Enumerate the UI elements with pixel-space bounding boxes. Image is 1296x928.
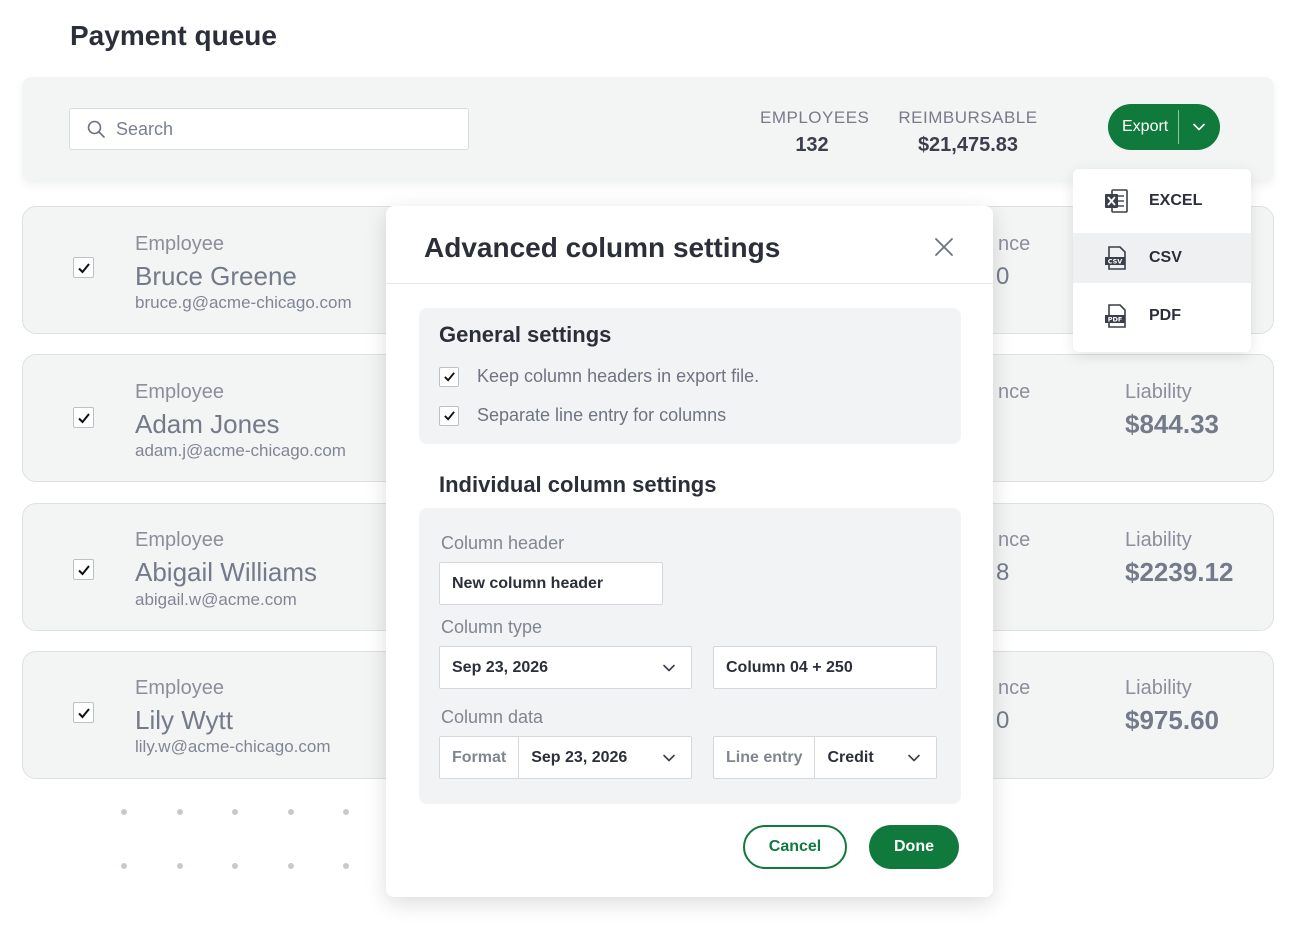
decorative-dot xyxy=(288,809,294,815)
separate-line-label: Separate line entry for columns xyxy=(477,405,727,425)
csv-file-icon: CSV xyxy=(1105,246,1126,270)
format-prefix: Format xyxy=(440,737,520,778)
chevron-down-icon xyxy=(647,661,691,675)
column-data-label: Column data xyxy=(441,707,544,727)
employee-name: Adam Jones xyxy=(135,409,280,439)
liability-label: Liability xyxy=(1125,677,1192,699)
export-option-pdf[interactable]: PDF PDF xyxy=(1073,291,1251,341)
keep-headers-checkbox[interactable] xyxy=(439,366,459,387)
reimbursable-stat: REIMBURSABLE $21,475.83 xyxy=(898,108,1038,157)
general-settings-panel: General settings Keep column headers in … xyxy=(419,308,961,444)
line-entry-prefix: Line entry xyxy=(714,737,816,778)
employee-name: Abigail Williams xyxy=(135,557,318,587)
employee-name: Bruce Greene xyxy=(135,261,297,291)
export-option-label: PDF xyxy=(1149,307,1181,324)
line-entry-value: Credit xyxy=(827,748,874,766)
chevron-down-icon xyxy=(647,751,691,765)
decorative-dot xyxy=(177,809,183,815)
keep-headers-option[interactable]: Keep column headers in export file. xyxy=(439,366,759,387)
employee-label: Employee xyxy=(135,529,224,551)
balance-label: nce xyxy=(998,529,1031,551)
employees-stat-label: EMPLOYEES xyxy=(760,108,870,127)
done-button[interactable]: Done xyxy=(869,825,959,869)
keep-headers-label: Keep column headers in export file. xyxy=(477,366,760,386)
format-value: Sep 23, 2026 xyxy=(531,748,628,766)
balance-value: 8 xyxy=(996,559,1010,586)
balance-label: nce xyxy=(998,677,1031,699)
export-option-csv[interactable]: CSV CSV xyxy=(1073,233,1251,283)
employees-stat: EMPLOYEES 132 xyxy=(760,108,870,157)
row-checkbox[interactable] xyxy=(73,257,94,278)
column-header-label: Column header xyxy=(441,533,565,553)
individual-settings-title: Individual column settings xyxy=(439,472,717,497)
balance-label: nce xyxy=(998,233,1031,255)
decorative-dot xyxy=(177,863,183,869)
balance-value: 0 xyxy=(996,263,1010,290)
employee-label: Employee xyxy=(135,233,224,255)
separate-line-option[interactable]: Separate line entry for columns xyxy=(439,405,726,426)
liability-label: Liability xyxy=(1125,529,1192,551)
employees-stat-value: 132 xyxy=(795,134,829,156)
liability-value: $844.33 xyxy=(1125,409,1219,439)
search-input[interactable] xyxy=(116,118,436,140)
liability-label: Liability xyxy=(1125,381,1192,403)
column-formula-value: Column 04 + 250 xyxy=(726,658,853,676)
format-select[interactable]: Format Sep 23, 2026 xyxy=(439,736,692,779)
column-type-date: Sep 23, 2026 xyxy=(452,658,549,676)
general-settings-title: General settings xyxy=(439,322,612,347)
search-icon xyxy=(87,120,105,138)
employee-email: lily.w@acme-chicago.com xyxy=(135,737,331,756)
balance-value: 0 xyxy=(996,707,1010,734)
column-type-label: Column type xyxy=(441,617,543,637)
employee-label: Employee xyxy=(135,677,224,699)
pdf-file-icon: PDF xyxy=(1105,304,1126,328)
liability-value: $2239.12 xyxy=(1125,557,1234,587)
column-header-input[interactable]: New column header xyxy=(439,562,663,605)
employee-label: Employee xyxy=(135,381,224,403)
row-checkbox[interactable] xyxy=(73,702,94,723)
reimbursable-stat-label: REIMBURSABLE xyxy=(898,108,1038,127)
decorative-dot xyxy=(232,809,238,815)
search-box[interactable] xyxy=(69,108,469,150)
decorative-dot xyxy=(121,863,127,869)
employee-email: abigail.w@acme.com xyxy=(135,590,297,609)
employee-name: Lily Wytt xyxy=(135,705,233,735)
decorative-dot xyxy=(232,863,238,869)
separate-line-checkbox[interactable] xyxy=(439,405,459,426)
liability-value: $975.60 xyxy=(1125,705,1219,735)
column-formula-input[interactable]: Column 04 + 250 xyxy=(713,646,937,689)
employee-email: bruce.g@acme-chicago.com xyxy=(135,293,352,312)
modal-divider xyxy=(386,283,993,284)
individual-settings-panel: Column header New column header Column t… xyxy=(419,508,961,804)
column-header-value: New column header xyxy=(452,574,604,592)
decorative-dot xyxy=(288,863,294,869)
decorative-dot xyxy=(343,809,349,815)
export-option-label: CSV xyxy=(1149,249,1182,266)
page-title: Payment queue xyxy=(70,20,277,51)
svg-text:CSV: CSV xyxy=(1108,258,1123,266)
excel-file-icon xyxy=(1105,189,1128,213)
modal-title: Advanced column settings xyxy=(424,232,781,263)
export-option-excel[interactable]: EXCEL xyxy=(1073,176,1251,226)
row-checkbox[interactable] xyxy=(73,407,94,428)
chevron-down-icon[interactable] xyxy=(1179,120,1219,134)
advanced-settings-modal: Advanced column settings General setting… xyxy=(386,206,993,897)
export-menu: EXCEL CSV CSV PDF PDF xyxy=(1073,169,1251,352)
line-entry-select[interactable]: Line entry Credit xyxy=(713,736,937,779)
column-type-select[interactable]: Sep 23, 2026 xyxy=(439,646,692,689)
reimbursable-stat-value: $21,475.83 xyxy=(917,134,1019,156)
row-checkbox[interactable] xyxy=(73,559,94,580)
close-icon[interactable] xyxy=(934,237,954,257)
cancel-button[interactable]: Cancel xyxy=(743,825,847,869)
balance-label: nce xyxy=(998,381,1031,403)
export-button[interactable]: Export xyxy=(1108,104,1220,150)
toolbar: EMPLOYEES 132 REIMBURSABLE $21,475.83 Ex… xyxy=(22,77,1274,183)
decorative-dot xyxy=(121,809,127,815)
export-button-label: Export xyxy=(1122,118,1169,135)
svg-text:PDF: PDF xyxy=(1108,316,1123,324)
chevron-down-icon xyxy=(892,751,936,765)
decorative-dot xyxy=(343,863,349,869)
export-option-label: EXCEL xyxy=(1149,192,1203,209)
employee-email: adam.j@acme-chicago.com xyxy=(135,441,346,460)
